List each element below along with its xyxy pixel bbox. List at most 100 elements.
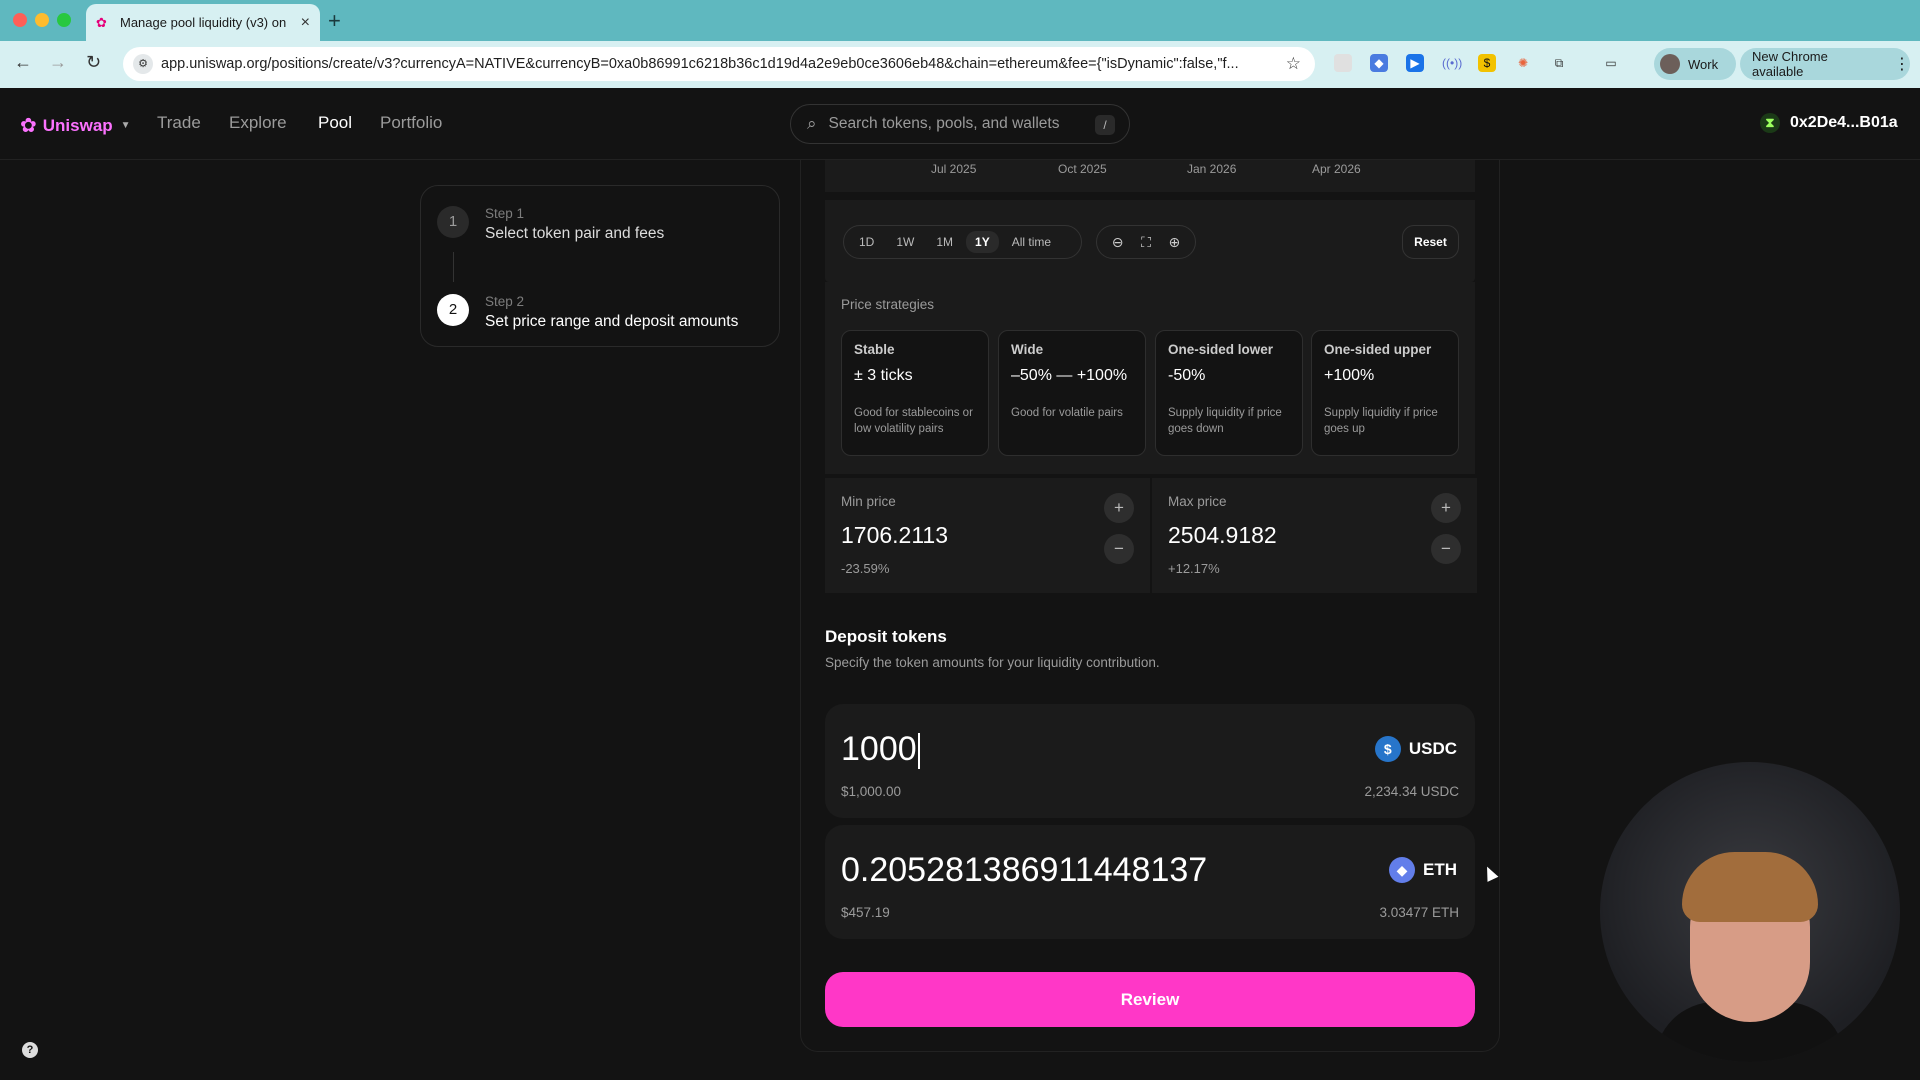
profile-button[interactable]: Work <box>1654 48 1736 80</box>
extension-icon[interactable] <box>1334 54 1352 72</box>
strategy-name: Stable <box>854 342 895 357</box>
token-a-amount-input[interactable]: 1000 <box>841 730 920 770</box>
strategy-one-sided-upper[interactable]: One-sided upper +100% Supply liquidity i… <box>1311 330 1459 456</box>
minimize-window-button[interactable] <box>35 13 49 27</box>
search-placeholder: Search tokens, pools, and wallets <box>828 115 1060 132</box>
url-text[interactable]: app.uniswap.org/positions/create/v3?curr… <box>161 56 1286 72</box>
wallet-address: 0x2De4...B01a <box>1790 114 1898 131</box>
close-window-button[interactable] <box>13 13 27 27</box>
step-2[interactable]: 2 Step 2 Set price range and deposit amo… <box>437 294 738 331</box>
strategy-note: Supply liquidity if price goes up <box>1324 407 1438 435</box>
text-cursor <box>917 733 920 770</box>
strategy-value: –50% — +100% <box>1011 367 1128 384</box>
bookmark-star-icon[interactable]: ☆ <box>1286 54 1301 74</box>
reload-icon[interactable]: ↻ <box>86 52 101 73</box>
review-button[interactable]: Review <box>825 972 1475 1027</box>
price-strategies-title: Price strategies <box>841 297 935 312</box>
step-description: Set price range and deposit amounts <box>485 313 739 330</box>
webcam-person <box>1682 852 1818 922</box>
chrome-update-button[interactable]: New Chrome available ⋮ <box>1740 48 1910 80</box>
token-b-amount-input[interactable]: 0.205281386911448137 <box>841 851 1207 890</box>
strategy-name: One-sided upper <box>1324 342 1432 357</box>
min-price-label: Min price <box>841 494 896 509</box>
token-b-selector[interactable]: ◆ ETH <box>1389 857 1457 883</box>
extensions-puzzle-icon[interactable]: ⧉ <box>1550 54 1568 72</box>
step-number: 2 <box>437 294 469 326</box>
extension-icon[interactable]: ((•)) <box>1442 54 1462 72</box>
range-1w[interactable]: 1W <box>887 231 923 253</box>
extension-icon[interactable]: ▶ <box>1406 54 1424 72</box>
new-tab-button[interactable]: + <box>328 8 341 34</box>
decrease-min-price-button[interactable]: − <box>1104 534 1134 564</box>
nav-portfolio[interactable]: Portfolio <box>380 113 442 133</box>
site-info-icon[interactable]: ⚙ <box>133 54 153 74</box>
forward-icon[interactable]: → <box>49 52 67 73</box>
range-all-time[interactable]: All time <box>1003 231 1060 253</box>
deposit-title: Deposit tokens <box>825 627 947 646</box>
max-price-label: Max price <box>1168 494 1227 509</box>
unicorn-icon: ✿ <box>20 115 37 137</box>
fit-view-icon[interactable]: ⛶ <box>1141 234 1151 251</box>
x-axis-tick: Jul 2025 <box>931 162 977 176</box>
uniswap-logo[interactable]: ✿ Uniswap ▼ <box>20 113 131 138</box>
step-description: Select token pair and fees <box>485 225 665 242</box>
deposit-subtitle: Specify the token amounts for your liqui… <box>825 655 1160 670</box>
reset-button[interactable]: Reset <box>1402 225 1459 259</box>
increase-min-price-button[interactable]: + <box>1104 493 1134 523</box>
maximize-window-button[interactable] <box>57 13 71 27</box>
token-a-selector[interactable]: $ USDC <box>1374 736 1457 762</box>
eth-icon: ◆ <box>1389 857 1415 883</box>
update-label: New Chrome available <box>1752 49 1828 79</box>
extension-icon[interactable]: $ <box>1478 54 1496 72</box>
strategy-note: Good for volatile pairs <box>1011 407 1123 419</box>
browser-tab[interactable]: ✿ Manage pool liquidity (v3) on × <box>86 4 320 41</box>
range-1m[interactable]: 1M <box>927 231 962 253</box>
nav-trade[interactable]: Trade <box>157 113 201 133</box>
increase-max-price-button[interactable]: + <box>1431 493 1461 523</box>
address-bar[interactable]: ⚙ app.uniswap.org/positions/create/v3?cu… <box>123 47 1315 81</box>
token-a-usd-value: $1,000.00 <box>841 784 902 799</box>
min-price-value[interactable]: 1706.2113 <box>841 522 948 549</box>
step-label: Step 1 <box>485 206 525 221</box>
strategy-wide[interactable]: Wide –50% — +100% Good for volatile pair… <box>998 330 1146 456</box>
tab-search-icon[interactable]: ▭ <box>1602 54 1620 72</box>
strategy-one-sided-lower[interactable]: One-sided lower -50% Supply liquidity if… <box>1155 330 1303 456</box>
zoom-controls: ⊖ ⛶ ⊕ <box>1096 225 1196 259</box>
zoom-out-icon[interactable]: ⊖ <box>1112 234 1124 251</box>
strategy-name: Wide <box>1011 342 1044 357</box>
max-price-value[interactable]: 2504.9182 <box>1168 522 1277 549</box>
brand-name: Uniswap <box>42 115 113 135</box>
extension-icon[interactable]: ◆ <box>1370 54 1388 72</box>
strategy-value: -50% <box>1168 367 1206 384</box>
search-input[interactable]: ⌕ Search tokens, pools, and wallets / <box>790 104 1130 144</box>
max-price-box: Max price 2504.9182 +12.17% + − <box>1152 478 1477 593</box>
x-axis-tick: Apr 2026 <box>1312 162 1361 176</box>
back-icon[interactable]: ← <box>14 52 32 73</box>
decrease-max-price-button[interactable]: − <box>1431 534 1461 564</box>
min-price-percent: -23.59% <box>841 561 890 576</box>
tab-title: Manage pool liquidity (v3) on <box>120 15 287 30</box>
browser-toolbar: ← → ↻ ⚙ app.uniswap.org/positions/create… <box>0 41 1920 88</box>
close-tab-icon[interactable]: × <box>301 14 310 32</box>
nav-pool[interactable]: Pool <box>318 113 352 133</box>
range-1d[interactable]: 1D <box>850 231 883 253</box>
strategy-stable[interactable]: Stable ± 3 ticks Good for stablecoins or… <box>841 330 989 456</box>
more-menu-icon[interactable]: ⋮ <box>1894 54 1910 74</box>
step-number: 1 <box>437 206 469 238</box>
search-icon: ⌕ <box>807 114 817 133</box>
min-price-box: Min price 1706.2113 -23.59% + − <box>825 478 1150 593</box>
help-icon[interactable]: ? <box>22 1042 38 1058</box>
extension-icon[interactable]: ✺ <box>1514 54 1532 72</box>
range-1y[interactable]: 1Y <box>966 231 999 253</box>
strategy-note: Good for stablecoins or low volatility p… <box>854 407 973 435</box>
step-1[interactable]: 1 Step 1 Select token pair and fees <box>437 206 664 243</box>
wallet-button[interactable]: ⧗ 0x2De4...B01a <box>1760 113 1898 133</box>
token-b-amount-box: 0.205281386911448137 $457.19 ◆ ETH 3.034… <box>825 825 1475 939</box>
wallet-avatar-icon: ⧗ <box>1760 113 1780 133</box>
uniswap-favicon-icon: ✿ <box>96 14 107 30</box>
zoom-in-icon[interactable]: ⊕ <box>1168 234 1180 251</box>
browser-titlebar: ✿ Manage pool liquidity (v3) on × + <box>0 0 1920 41</box>
token-a-balance: 2,234.34 USDC <box>1364 784 1459 799</box>
chevron-down-icon: ▼ <box>120 120 131 131</box>
nav-explore[interactable]: Explore <box>229 113 287 133</box>
